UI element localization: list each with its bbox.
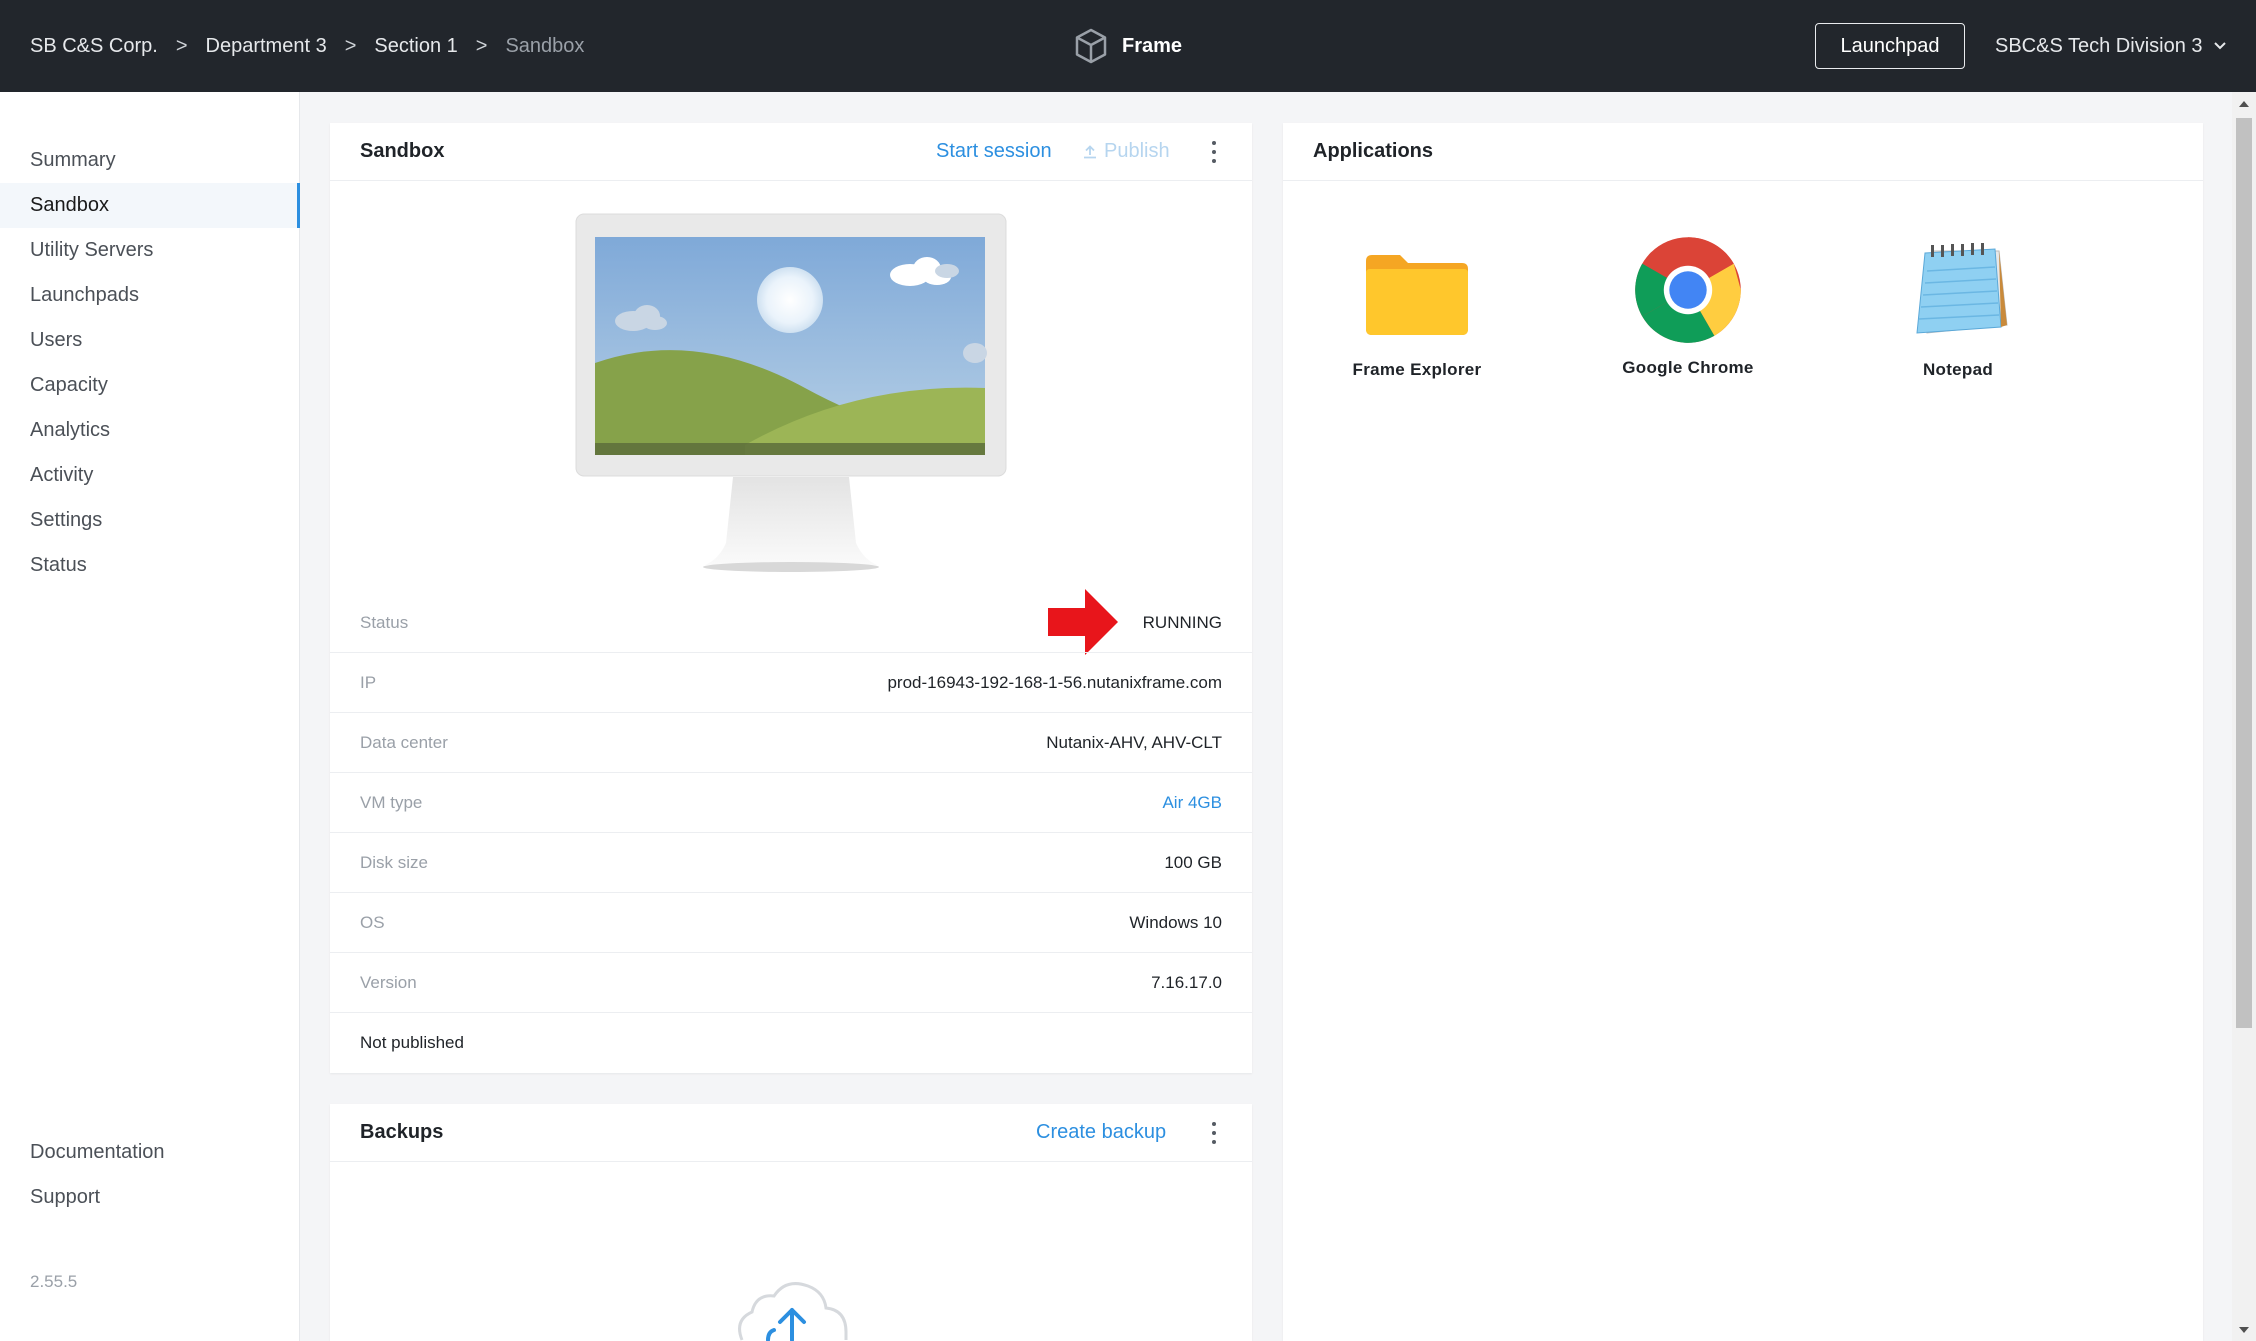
publish-label: Publish [1104,140,1170,162]
sidebar-item-support[interactable]: Support [0,1175,300,1220]
launchpad-button[interactable]: Launchpad [1815,23,1965,69]
breadcrumb-item-current: Sandbox [505,34,585,57]
sidebar-item-summary[interactable]: Summary [0,138,300,183]
publish-status-text: Not published [360,1033,464,1052]
applications-card-header: Applications [1283,123,2203,181]
detail-row-status: Status RUNNING [330,593,1252,653]
detail-label: Data center [360,732,448,752]
vm-type-link[interactable]: Air 4GB [1162,793,1222,813]
detail-row-os: OS Windows 10 [330,893,1252,953]
upload-icon [1084,144,1096,158]
detail-label: IP [360,672,377,692]
detail-label: OS [360,912,385,932]
chevron-down-icon [2213,42,2226,50]
detail-row-disk-size: Disk size 100 GB [330,833,1252,893]
applications-card-title: Applications [1313,140,1434,162]
folder-icon [1366,255,1468,335]
backups-card: Backups Create backup [330,1104,1252,1341]
publish-button[interactable]: Publish [1082,140,1170,163]
create-backup-button[interactable]: Create backup [1036,1121,1166,1144]
scrollbar-thumb[interactable] [2236,118,2252,1028]
sidebar-item-capacity[interactable]: Capacity [0,363,300,408]
breadcrumb: SB C&S Corp. > Department 3 > Section 1 … [30,0,584,92]
backups-more-menu-icon[interactable] [1204,1120,1224,1146]
backups-card-header: Backups Create backup [330,1104,1252,1162]
data-center-value: Nutanix-AHV, AHV-CLT [1046,732,1222,752]
sidebar-item-documentation[interactable]: Documentation [0,1130,300,1175]
breadcrumb-item-department[interactable]: Department 3 [206,35,327,58]
app-notepad[interactable]: Notepad [1858,241,2058,380]
brand-name: Frame [1122,34,1183,57]
start-session-button[interactable]: Start session [936,140,1052,163]
breadcrumb-separator: > [475,34,488,57]
cube-icon [1075,28,1107,64]
detail-label: Version [360,972,417,992]
app-frame-explorer[interactable]: Frame Explorer [1317,241,1517,380]
sandbox-card: Sandbox Start session Publish Status RUN… [330,123,1252,1073]
sidebar: Summary Sandbox Utility Servers Launchpa… [0,92,300,1341]
detail-row-version: Version 7.16.17.0 [330,953,1252,1013]
detail-label: Status [360,612,409,632]
breadcrumb-item-org[interactable]: SB C&S Corp. [30,35,158,58]
app-label: Notepad [1922,360,1994,379]
detail-label: VM type [360,792,423,812]
page-scrollbar[interactable] [2232,92,2256,1341]
publish-status: Not published [330,1013,1252,1073]
breadcrumb-separator: > [175,34,188,57]
org-selector-label: SBC&S Tech Division 3 [1995,34,2203,57]
backups-card-title: Backups [360,1121,444,1143]
applications-card: Applications Frame Explorer Google Chrom… [1283,123,2203,1341]
sidebar-item-launchpads[interactable]: Launchpads [0,273,300,318]
scroll-up-arrow-icon[interactable] [2238,100,2250,108]
sidebar-item-status[interactable]: Status [0,543,300,588]
breadcrumb-item-section[interactable]: Section 1 [374,35,457,58]
sidebar-item-utility-servers[interactable]: Utility Servers [0,228,300,273]
scroll-down-arrow-icon[interactable] [2238,1326,2250,1334]
app-label: Google Chrome [1622,358,1754,377]
sandbox-more-menu-icon[interactable] [1204,139,1224,165]
detail-row-ip: IP prod-16943-192-168-1-56.nutanixframe.… [330,653,1252,713]
sandbox-card-header: Sandbox Start session Publish [330,123,1252,181]
app-label: Frame Explorer [1352,360,1482,379]
disk-size-value: 100 GB [1164,852,1222,872]
os-value: Windows 10 [1129,912,1222,932]
notepad-icon [1916,243,2008,334]
detail-label: Disk size [360,852,429,872]
sandbox-preview-image [575,213,1007,572]
app-version: 2.55.5 [30,1272,78,1291]
sidebar-item-users[interactable]: Users [0,318,300,363]
status-value: RUNNING [1142,612,1222,632]
detail-row-vm-type: VM type Air 4GB [330,773,1252,833]
ip-value: prod-16943-192-168-1-56.nutanixframe.com [887,672,1222,692]
brand-logo: Frame [1074,0,1182,92]
detail-row-data-center: Data center Nutanix-AHV, AHV-CLT [330,713,1252,773]
breadcrumb-separator: > [344,34,357,57]
top-bar: SB C&S Corp. > Department 3 > Section 1 … [0,0,2256,92]
sidebar-item-analytics[interactable]: Analytics [0,408,300,453]
sidebar-item-settings[interactable]: Settings [0,498,300,543]
app-google-chrome[interactable]: Google Chrome [1588,237,1788,378]
org-selector[interactable]: SBC&S Tech Division 3 [1995,0,2227,92]
sidebar-item-sandbox[interactable]: Sandbox [0,183,300,228]
version-value: 7.16.17.0 [1151,972,1222,992]
chrome-icon [1635,237,1741,343]
cloud-upload-icon [738,1282,848,1341]
sidebar-item-activity[interactable]: Activity [0,453,300,498]
sandbox-card-title: Sandbox [360,140,445,162]
